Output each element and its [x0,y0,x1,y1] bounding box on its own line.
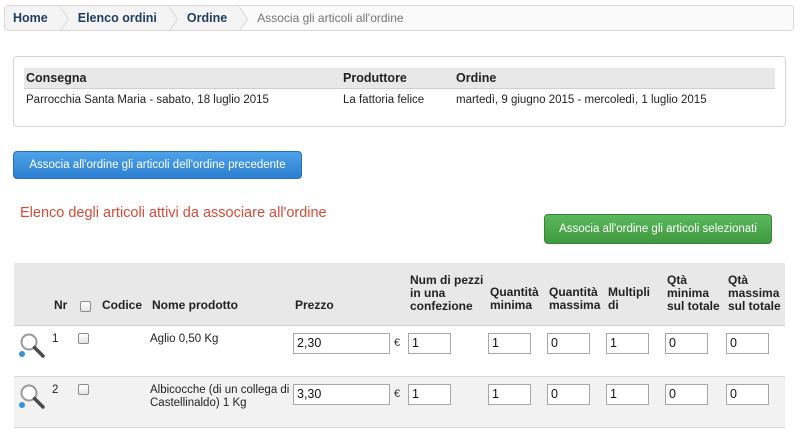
breadcrumb-ordine-label: Ordine [186,11,228,25]
min-total-input[interactable]: 0 [665,332,708,354]
breadcrumb-home-label: Home [13,11,48,25]
min-total-input[interactable]: 0 [665,383,708,405]
header-nome: Nome prodotto [150,263,293,326]
max-total-input[interactable]: 0 [726,332,769,354]
header-select-all [78,263,100,326]
pieces-input[interactable]: 1 [408,332,451,354]
breadcrumb-ordine[interactable]: Ordine [168,6,249,30]
header-codice: Codice [100,263,150,326]
order-info-table: Consegna Produttore Ordine Parrocchia Sa… [24,68,775,110]
magnifier-icon[interactable] [18,382,46,410]
breadcrumb-separator-icon [58,6,69,30]
row-nr: 1 [52,325,78,377]
pieces-input[interactable]: 1 [408,383,451,405]
breadcrumb-elenco-ordini-label: Elenco ordini [77,11,157,25]
breadcrumb-current: Associa gli articoli all'ordine [257,11,404,25]
breadcrumb-elenco-ordini[interactable]: Elenco ordini [59,6,178,30]
select-all-checkbox[interactable] [80,300,91,312]
row-nome: Aglio 0,50 Kg [150,325,293,377]
header-qtmin: Qtà minima sul totale [665,263,726,326]
price-input[interactable]: 3,30 [293,383,390,405]
price-input[interactable]: 2,30 [293,332,390,354]
header-ordine: Ordine [456,68,775,89]
min-qty-input[interactable]: 1 [488,332,531,354]
magnifier-icon[interactable] [18,331,46,359]
header-consegna: Consegna [24,68,343,89]
row-checkbox[interactable] [78,332,89,344]
ordine-value: martedì, 9 giugno 2015 - mercoledì, 1 lu… [456,94,707,107]
table-row: 1 Aglio 0,50 Kg 2,30 € 1 1 0 1 0 0 [14,325,785,377]
row-checkbox[interactable] [78,383,89,395]
max-total-input[interactable]: 0 [726,383,769,405]
min-qty-input[interactable]: 1 [488,383,531,405]
breadcrumb-separator-icon [238,6,249,30]
header-qmax: Quantità massima [547,263,606,326]
produttore-value: La fattoria felice [343,94,425,107]
row-codice [100,376,150,428]
table-row: 2 Albicocche (di un collega di Castellin… [14,376,785,428]
header-qmin: Quantità minima [488,263,547,326]
section-title: Elenco degli articoli attivi da associar… [20,205,327,221]
breadcrumb-separator-icon [167,6,178,30]
header-produttore: Produttore [343,68,456,89]
header-prezzo: Prezzo [293,263,408,326]
header-pezzi: Num di pezzi in una confezione [408,263,488,326]
header-qtmax: Qtà massima sul totale [726,263,785,326]
copy-previous-order-button[interactable]: Associa all'ordine gli articoli dell'ord… [13,151,302,179]
products-table: Nr Codice Nome prodotto Prezzo Num di pe… [14,263,785,428]
header-nr: Nr [52,263,78,326]
row-nr: 2 [52,376,78,428]
order-info-panel: Consegna Produttore Ordine Parrocchia Sa… [13,56,786,127]
multiple-input[interactable]: 1 [606,332,649,354]
max-qty-input[interactable]: 0 [547,383,590,405]
currency-label: € [394,337,401,349]
row-nome: Albicocche (di un collega di Castellinal… [150,376,293,428]
max-qty-input[interactable]: 0 [547,332,590,354]
associate-selected-button[interactable]: Associa all'ordine gli articoli selezion… [544,214,772,244]
currency-label: € [394,388,401,400]
row-codice [100,325,150,377]
header-multipli: Multipli di [606,263,665,326]
breadcrumb: Home Elenco ordini Ordine Associa gli ar… [4,5,794,31]
breadcrumb-home[interactable]: Home [5,6,69,30]
header-view [14,263,52,326]
consegna-value: Parrocchia Santa Maria - sabato, 18 lugl… [26,94,269,107]
multiple-input[interactable]: 1 [606,383,649,405]
